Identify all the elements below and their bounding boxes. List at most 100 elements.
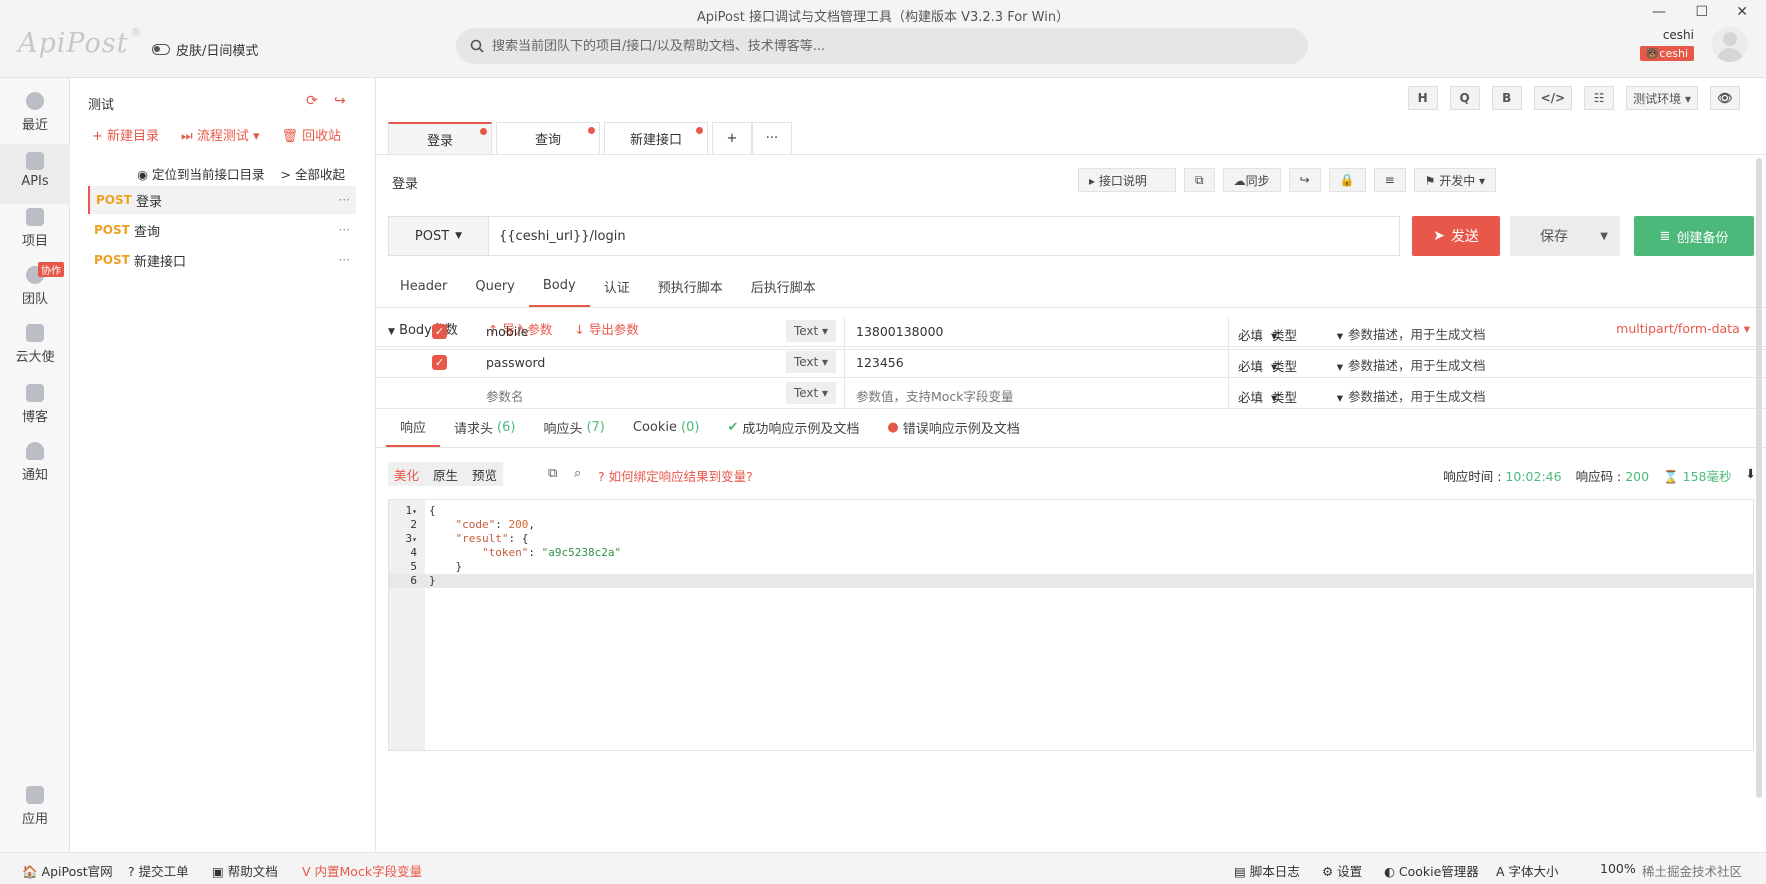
collapse-all-button[interactable]: > 全部收起 — [281, 164, 345, 183]
param-value[interactable]: 123456 — [856, 355, 904, 370]
official-site-link[interactable]: 🏠 ApiPost官网 — [22, 861, 113, 880]
tab-error-example[interactable]: ● 错误响应示例及文档 — [873, 408, 1033, 447]
rail-item-project[interactable]: 项目 — [0, 208, 70, 262]
method-select[interactable]: POST ▼ — [389, 217, 489, 255]
view-raw[interactable]: 原生 — [433, 465, 458, 484]
new-folder-button[interactable]: + 新建目录 — [92, 125, 159, 144]
code-button[interactable]: </> — [1533, 86, 1573, 110]
param-desc[interactable]: 参数描述，用于生成文档 — [1348, 386, 1486, 405]
refresh-icon[interactable]: ⟳ — [306, 93, 318, 109]
maximize-icon[interactable]: ☐ — [1695, 4, 1708, 20]
tab-request-headers[interactable]: 请求头 (6) — [440, 408, 529, 447]
param-value[interactable]: 13800138000 — [856, 324, 943, 339]
param-type-select[interactable]: Text ▾ — [786, 382, 836, 404]
tree-item-login[interactable]: POST 登录 ··· — [88, 186, 356, 214]
settings-sliders-button[interactable]: ☷ — [1584, 86, 1615, 110]
tab-response[interactable]: 响应 — [386, 408, 441, 447]
param-type-select[interactable]: Text ▾ — [786, 351, 836, 373]
param-desc[interactable]: 参数描述，用于生成文档 — [1348, 355, 1486, 374]
recycle-bin-button[interactable]: 🗑 回收站 — [282, 125, 342, 144]
param-name[interactable]: password — [486, 355, 545, 370]
tab-login[interactable]: 登录 — [388, 122, 492, 154]
checkbox-checked[interactable]: ✓ — [432, 324, 447, 339]
tab-new-api[interactable]: 新建接口 — [604, 122, 708, 154]
checkbox-checked[interactable]: ✓ — [432, 355, 447, 370]
locate-button[interactable]: ◉ 定位到当前接口目录 — [137, 164, 264, 183]
bind-variable-help-link[interactable]: ? 如何绑定响应结果到变量? — [598, 466, 753, 485]
font-size-button[interactable]: A 字体大小 — [1496, 861, 1559, 880]
tab-body[interactable]: Body — [528, 266, 590, 307]
view-preview[interactable]: 预览 — [472, 465, 497, 484]
user-info[interactable]: ceshi 🐻ceshi — [1639, 28, 1694, 61]
create-backup-button[interactable]: ≣ 创建备份 — [1634, 216, 1754, 256]
global-search[interactable] — [456, 28, 1308, 64]
api-doc-button[interactable]: ▸ 接口说明 — [1078, 168, 1176, 192]
tab-cookie[interactable]: Cookie (0) — [619, 408, 714, 447]
flow-test-button[interactable]: ⏭ 流程测试 ▾ — [181, 125, 260, 144]
share-icon[interactable]: ↪ — [334, 93, 346, 109]
tab-response-headers[interactable]: 响应头 (7) — [529, 408, 618, 447]
tab-query[interactable]: 查询 — [496, 122, 600, 154]
minimize-icon[interactable]: — — [1652, 4, 1666, 20]
kind-select[interactable]: 类型 ▾ — [1272, 387, 1343, 406]
bold-button[interactable]: B — [1491, 86, 1522, 110]
heading-button[interactable]: H — [1407, 86, 1438, 110]
param-type-select[interactable]: Text ▾ — [786, 320, 836, 342]
param-value-placeholder[interactable]: 参数值，支持Mock字段变量 — [856, 386, 1014, 405]
save-button[interactable]: 保存 ▼ — [1510, 216, 1620, 256]
rail-item-apis[interactable]: APIs — [0, 144, 70, 204]
tab-query-params[interactable]: Query — [461, 266, 529, 307]
copy-icon[interactable]: ⧉ — [1184, 168, 1215, 192]
more-icon[interactable]: ··· — [339, 253, 350, 267]
kind-select[interactable]: 类型 ▾ — [1272, 325, 1343, 344]
submit-ticket-link[interactable]: ? 提交工单 — [128, 861, 189, 880]
more-icon[interactable]: ··· — [339, 223, 350, 237]
skin-toggle[interactable]: 皮肤/日间模式 — [152, 40, 258, 59]
more-icon[interactable]: ··· — [339, 193, 350, 207]
add-tab-button[interactable]: + — [712, 122, 752, 154]
tab-auth[interactable]: 认证 — [590, 266, 644, 307]
cookie-manager-button[interactable]: ◐ Cookie管理器 — [1384, 861, 1479, 880]
mock-variables-link[interactable]: V 内置Mock字段变量 — [302, 861, 422, 880]
status-select[interactable]: ⚑ 开发中 ▾ — [1413, 168, 1497, 192]
database-icon[interactable]: ≡ — [1373, 168, 1406, 192]
tab-pre-script[interactable]: 预执行脚本 — [644, 266, 737, 307]
lock-icon[interactable]: 🔒 — [1328, 168, 1366, 192]
search-icon[interactable]: ⌕ — [574, 466, 581, 481]
share-icon[interactable]: ↪ — [1288, 168, 1321, 192]
sync-button[interactable]: ☁同步 — [1222, 168, 1281, 192]
help-docs-link[interactable]: ▣ 帮助文档 — [212, 861, 278, 880]
tab-header[interactable]: Header — [386, 266, 461, 307]
close-icon[interactable]: ✕ — [1736, 4, 1748, 20]
search-input[interactable] — [492, 38, 1272, 54]
rail-item-blog[interactable]: 博客 — [0, 384, 70, 438]
download-icon[interactable]: ⬇ — [1746, 466, 1756, 485]
response-editor[interactable]: 1▾ { 2 "code": 200, 3▾ "result": { 4 "to… — [388, 499, 1754, 751]
avatar[interactable] — [1712, 26, 1748, 62]
kind-select[interactable]: 类型 ▾ — [1272, 356, 1343, 375]
param-desc[interactable]: 参数描述，用于生成文档 — [1348, 324, 1486, 343]
tab-success-example[interactable]: ✔ 成功响应示例及文档 — [713, 408, 873, 447]
rail-item-ambassador[interactable]: 云大使 — [0, 324, 70, 378]
env-select[interactable]: 测试环境 ▾ — [1626, 86, 1698, 110]
vertical-scrollbar[interactable] — [1756, 158, 1762, 798]
send-button[interactable]: ➤ 发送 — [1412, 216, 1500, 256]
url-input[interactable] — [489, 217, 1399, 255]
param-name[interactable]: mobile — [486, 324, 528, 339]
settings-button[interactable]: ⚙ 设置 — [1322, 861, 1362, 880]
param-name-placeholder[interactable]: 参数名 — [486, 386, 524, 405]
view-pretty[interactable]: 美化 — [394, 465, 419, 484]
rail-item-apps[interactable]: 应用 — [0, 786, 70, 840]
eye-icon[interactable]: 👁 — [1710, 86, 1740, 110]
rail-item-notify[interactable]: 通知 — [0, 442, 70, 496]
tab-post-script[interactable]: 后执行脚本 — [737, 266, 830, 307]
tree-item-new-api[interactable]: POST 新建接口 ··· — [88, 246, 356, 274]
copy-icon[interactable]: ⧉ — [548, 466, 557, 481]
script-log-button[interactable]: ▤ 脚本日志 — [1234, 861, 1300, 880]
rail-item-recent[interactable]: 最近 — [0, 92, 70, 146]
more-tabs-button[interactable]: ··· — [752, 122, 792, 154]
tree-item-query[interactable]: POST 查询 ··· — [88, 216, 356, 244]
quote-button[interactable]: Q — [1449, 86, 1480, 110]
rail-item-team[interactable]: 协作 团队 — [0, 262, 70, 320]
caret-down-icon[interactable]: ▼ — [1600, 231, 1608, 242]
